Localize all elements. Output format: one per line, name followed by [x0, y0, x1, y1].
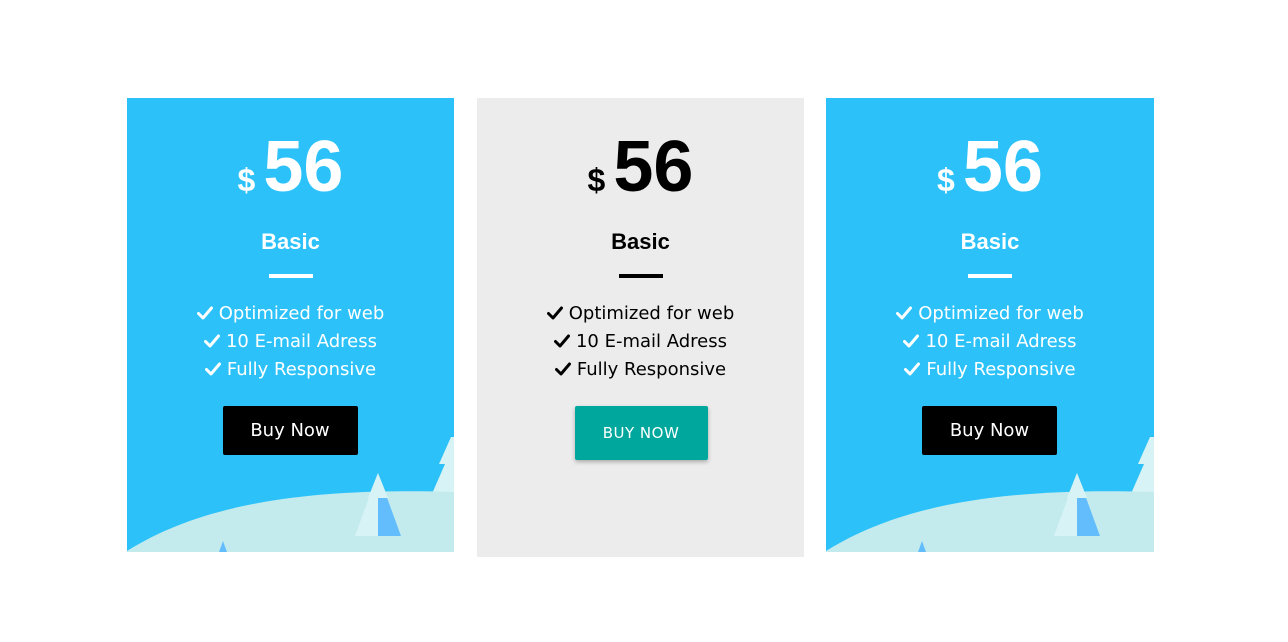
- feature-item: 10 E-mail Adress: [826, 328, 1154, 356]
- feature-item: Fully Responsive: [477, 356, 804, 384]
- feature-list: Optimized for web 10 E-mail Adress Fully…: [127, 300, 454, 384]
- plan-name: Basic: [611, 229, 670, 254]
- price: $56: [127, 126, 454, 208]
- divider: [618, 274, 663, 278]
- feature-item: Optimized for web: [127, 300, 454, 328]
- pricing-card-2: $56 Basic Optimized for web 10 E-mail Ad…: [477, 98, 804, 557]
- check-icon: [896, 306, 913, 320]
- buy-now-button[interactable]: Buy Now: [222, 406, 358, 455]
- check-icon: [903, 334, 920, 348]
- feature-text: Fully Responsive: [926, 359, 1076, 380]
- feature-item: Optimized for web: [826, 300, 1154, 328]
- price-amount: 56: [263, 127, 344, 207]
- check-icon: [546, 306, 563, 320]
- check-icon: [554, 362, 571, 376]
- buy-now-button[interactable]: BUY NOW: [574, 406, 708, 460]
- feature-item: Optimized for web: [477, 300, 804, 328]
- price-amount: 56: [613, 127, 694, 207]
- check-icon: [196, 306, 213, 320]
- feature-text: Optimized for web: [568, 303, 735, 324]
- feature-item: Fully Responsive: [826, 356, 1154, 384]
- pricing-section: $56 Basic Optimized for web 10 E-mail Ad…: [0, 0, 1288, 642]
- check-icon: [553, 334, 570, 348]
- feature-list: Optimized for web 10 E-mail Adress Fully…: [477, 300, 804, 384]
- feature-text: 10 E-mail Adress: [225, 331, 378, 352]
- price-amount: 56: [962, 127, 1043, 207]
- feature-text: Fully Responsive: [226, 359, 377, 380]
- feature-text: Optimized for web: [918, 303, 1084, 324]
- currency-symbol: $: [587, 162, 606, 198]
- buy-now-button[interactable]: Buy Now: [922, 406, 1057, 455]
- price: $56: [477, 126, 804, 208]
- feature-text: Optimized for web: [218, 303, 385, 324]
- price: $56: [826, 126, 1154, 208]
- check-icon: [904, 362, 921, 376]
- plan-name: Basic: [261, 229, 320, 254]
- feature-text: Fully Responsive: [576, 359, 727, 380]
- pricing-card-3: $56 Basic Optimized for web 10 E-mail Ad…: [826, 98, 1154, 552]
- pricing-card-1: $56 Basic Optimized for web 10 E-mail Ad…: [127, 98, 454, 552]
- divider: [268, 274, 313, 278]
- check-icon: [204, 362, 221, 376]
- feature-item: 10 E-mail Adress: [127, 328, 454, 356]
- feature-item: Fully Responsive: [127, 356, 454, 384]
- feature-text: 10 E-mail Adress: [925, 331, 1077, 352]
- currency-symbol: $: [237, 162, 256, 198]
- feature-list: Optimized for web 10 E-mail Adress Fully…: [826, 300, 1154, 384]
- check-icon: [203, 334, 220, 348]
- feature-text: 10 E-mail Adress: [575, 331, 728, 352]
- feature-item: 10 E-mail Adress: [477, 328, 804, 356]
- plan-name: Basic: [960, 229, 1020, 254]
- currency-symbol: $: [937, 162, 955, 198]
- divider: [968, 274, 1012, 278]
